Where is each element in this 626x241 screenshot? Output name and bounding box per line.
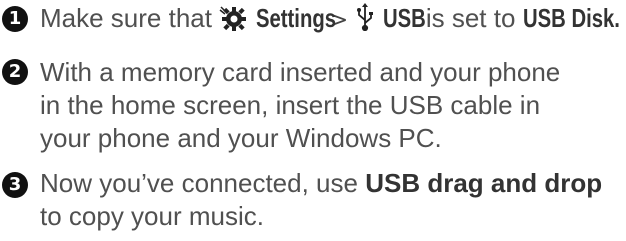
step-1-text: Make sure that Settings > USB is set to … xyxy=(40,2,620,39)
step-number-badge: 1 xyxy=(2,6,28,32)
step-3-text: Now you’ve connected, use USB drag and d… xyxy=(40,167,620,233)
usb-drag-and-drop-label: USB drag and drop xyxy=(365,168,603,198)
step-number-badge: 3 xyxy=(2,172,28,198)
step-1-middle: is set to xyxy=(425,3,516,33)
step-1-prefix: Make sure that xyxy=(40,3,212,33)
step-3-suffix: to copy your music. xyxy=(40,201,264,231)
settings-label: Settings xyxy=(256,3,337,33)
step-3-prefix: Now you’ve connected, use xyxy=(40,168,358,198)
usb-label: USB xyxy=(382,3,426,33)
usb-icon xyxy=(355,3,375,39)
step-number-badge: 2 xyxy=(2,59,28,85)
step-2-text: With a memory card inserted and your pho… xyxy=(40,57,561,153)
gear-icon xyxy=(219,5,249,39)
usb-disk-label: USB Disk. xyxy=(522,3,620,33)
